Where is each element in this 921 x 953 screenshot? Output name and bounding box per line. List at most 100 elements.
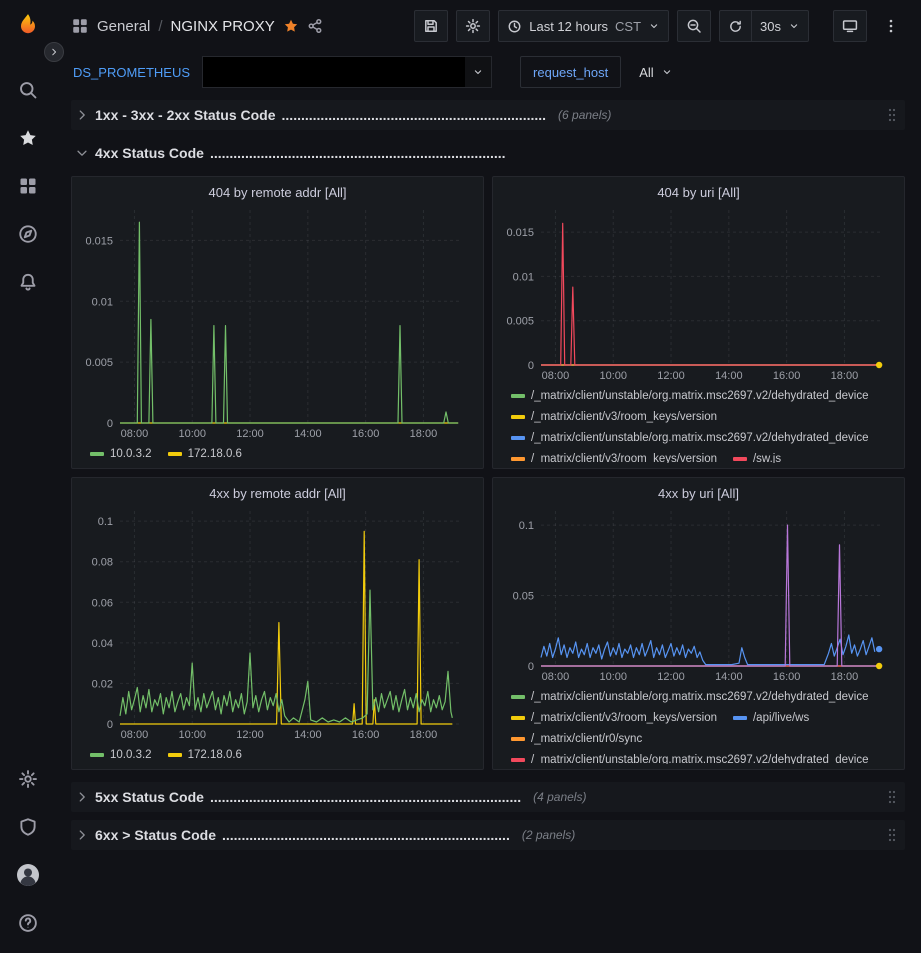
dashboard-settings-button[interactable]	[456, 10, 490, 42]
variable-value-request-host[interactable]: All	[631, 56, 680, 88]
svg-text:0: 0	[107, 719, 113, 731]
svg-text:0.015: 0.015	[85, 235, 113, 247]
panel-grid: 404 by remote addr [All] 08:0010:0012:00…	[71, 176, 905, 770]
sidebar-item-dashboards[interactable]	[0, 162, 55, 210]
svg-text:12:00: 12:00	[236, 428, 264, 440]
row-panel-count: (4 panels)	[533, 790, 586, 804]
row-6xx-status-code[interactable]: 6xx > Status Code ......................…	[71, 820, 905, 850]
legend-label: /_matrix/client/unstable/org.matrix.msc2…	[531, 390, 869, 402]
timeseries-chart[interactable]: 08:0010:0012:0014:0016:0018:0000.0050.01…	[80, 202, 475, 441]
panel-legend: /_matrix/client/unstable/org.matrix.msc2…	[501, 383, 896, 463]
legend-item[interactable]: 172.18.0.6	[168, 444, 242, 463]
zoom-out-button[interactable]	[677, 10, 711, 42]
row-dots: ........................................…	[282, 107, 547, 123]
expand-sidebar-button[interactable]	[44, 42, 64, 62]
clock-icon	[507, 19, 522, 34]
svg-text:0: 0	[528, 360, 534, 372]
dashboard-title[interactable]: NGINX PROXY	[171, 18, 275, 35]
refresh-group: 30s	[719, 10, 809, 42]
monitor-icon	[842, 18, 858, 34]
legend-item[interactable]: 10.0.3.2	[90, 745, 152, 764]
refresh-interval-label: 30s	[760, 19, 781, 34]
panel-title[interactable]: 4xx by uri [All]	[501, 482, 896, 503]
legend-label: 172.18.0.6	[188, 448, 242, 460]
sidebar-item-starred[interactable]	[0, 114, 55, 162]
favorite-star-icon[interactable]	[283, 18, 299, 34]
sidebar-item-server-admin[interactable]	[0, 803, 55, 851]
legend-item[interactable]: /_matrix/client/v3/room_keys/version	[511, 708, 717, 727]
drag-handle-icon[interactable]	[887, 827, 897, 843]
drag-handle-icon[interactable]	[887, 789, 897, 805]
svg-text:0.1: 0.1	[519, 520, 534, 532]
row-panel-count: (6 panels)	[558, 108, 611, 122]
legend-item[interactable]: 10.0.3.2	[90, 444, 152, 463]
panel-legend: /_matrix/client/unstable/org.matrix.msc2…	[501, 684, 896, 764]
variable-label-ds-prometheus[interactable]: DS_PROMETHEUS	[71, 65, 192, 80]
row-title: 6xx > Status Code	[95, 827, 216, 843]
legend-item[interactable]: /_matrix/client/r0/sync	[511, 729, 642, 748]
row-1xx-status-code[interactable]: 1xx - 3xx - 2xx Status Code ............…	[71, 100, 905, 130]
timeseries-chart[interactable]: 08:0010:0012:0014:0016:0018:0000.020.040…	[80, 503, 475, 742]
save-dashboard-button[interactable]	[414, 10, 448, 42]
refresh-button[interactable]	[719, 10, 752, 42]
variable-label-request-host[interactable]: request_host	[520, 56, 621, 88]
legend-item[interactable]: /_matrix/client/v3/room_keys/version	[511, 407, 717, 426]
legend-item[interactable]: /_matrix/client/unstable/org.matrix.msc2…	[511, 687, 869, 706]
apps-icon	[71, 17, 89, 35]
row-4xx-status-code[interactable]: 4xx Status Code ........................…	[71, 138, 905, 168]
legend-item[interactable]: /_matrix/client/unstable/org.matrix.msc2…	[511, 750, 869, 764]
sidebar-item-profile[interactable]	[0, 851, 55, 899]
sidebar-item-search[interactable]	[0, 66, 55, 114]
share-icon[interactable]	[307, 18, 323, 34]
timeseries-chart[interactable]: 08:0010:0012:0014:0016:0018:0000.0050.01…	[501, 202, 896, 383]
grafana-flame-icon	[14, 12, 42, 40]
svg-text:0.015: 0.015	[506, 227, 534, 239]
svg-text:16:00: 16:00	[773, 671, 801, 683]
legend-item[interactable]: /api/live/ws	[733, 708, 809, 727]
row-label: 5xx Status Code ........................…	[95, 789, 521, 805]
drag-handle-icon[interactable]	[887, 107, 897, 123]
svg-text:16:00: 16:00	[352, 729, 380, 741]
sidebar-item-alerting[interactable]	[0, 258, 55, 306]
legend-label: /_matrix/client/unstable/org.matrix.msc2…	[531, 432, 869, 444]
svg-text:18:00: 18:00	[410, 428, 438, 440]
legend-item[interactable]: /_matrix/client/unstable/org.matrix.msc2…	[511, 428, 869, 447]
sidebar	[0, 0, 55, 953]
legend-item[interactable]: /sw.js	[733, 449, 781, 463]
panel-404-by-remote-addr: 404 by remote addr [All] 08:0010:0012:00…	[71, 176, 484, 469]
panel-title[interactable]: 404 by uri [All]	[501, 181, 896, 202]
legend-swatch-icon	[511, 737, 525, 741]
time-range-picker[interactable]: Last 12 hours CST	[498, 10, 669, 42]
bell-icon	[18, 272, 38, 292]
variable-value-text: All	[639, 65, 653, 80]
row-5xx-status-code[interactable]: 5xx Status Code ........................…	[71, 782, 905, 812]
more-options-button[interactable]	[875, 10, 907, 42]
legend-label: /_matrix/client/v3/room_keys/version	[531, 411, 717, 423]
sidebar-item-explore[interactable]	[0, 210, 55, 258]
legend-swatch-icon	[511, 436, 525, 440]
svg-text:10:00: 10:00	[178, 428, 206, 440]
legend-item[interactable]: 172.18.0.6	[168, 745, 242, 764]
variables-submenu: DS_PROMETHEUS request_host All	[55, 52, 921, 96]
panel-legend: 10.0.3.2 172.18.0.6	[80, 441, 475, 463]
legend-item[interactable]: /_matrix/client/unstable/org.matrix.msc2…	[511, 386, 869, 405]
chevron-down-icon	[465, 66, 491, 78]
row-title: 4xx Status Code	[95, 145, 204, 161]
timeseries-chart[interactable]: 08:0010:0012:0014:0016:0018:0000.050.1	[501, 503, 896, 684]
legend-item[interactable]: /_matrix/client/v3/room_keys/version	[511, 449, 717, 463]
svg-text:10:00: 10:00	[599, 370, 627, 382]
legend-label: 10.0.3.2	[110, 749, 152, 761]
sidebar-item-help[interactable]	[0, 899, 55, 947]
sidebar-item-configuration[interactable]	[0, 755, 55, 803]
chevron-down-icon	[661, 66, 673, 78]
cycle-view-mode-button[interactable]	[833, 10, 867, 42]
panel-title[interactable]: 4xx by remote addr [All]	[80, 482, 475, 503]
breadcrumb-folder[interactable]: General	[97, 18, 150, 35]
panel-legend: 10.0.3.2 172.18.0.6	[80, 742, 475, 764]
variable-value-ds-prometheus[interactable]	[202, 56, 492, 88]
panel-title[interactable]: 404 by remote addr [All]	[80, 181, 475, 202]
legend-swatch-icon	[90, 753, 104, 757]
row-label: 6xx > Status Code ......................…	[95, 827, 510, 843]
refresh-interval-picker[interactable]: 30s	[752, 10, 809, 42]
legend-label: /_matrix/client/v3/room_keys/version	[531, 453, 717, 464]
